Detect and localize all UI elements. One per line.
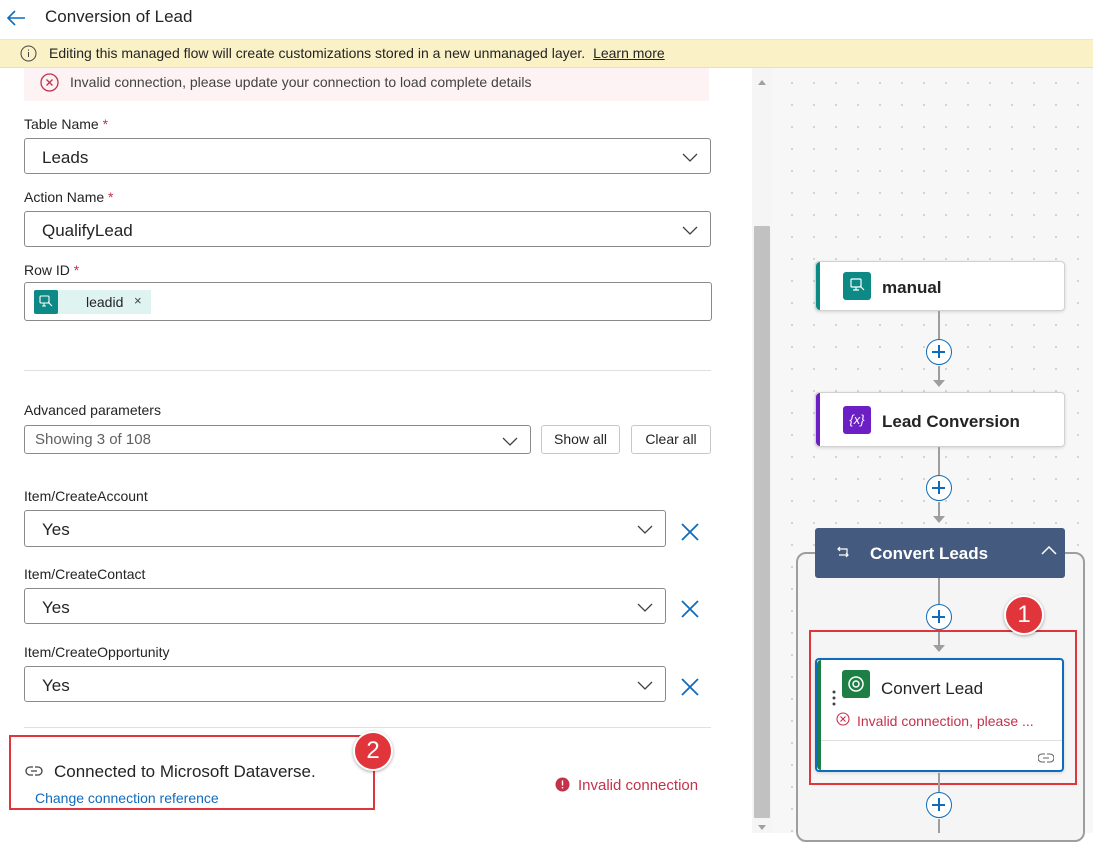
node-accent-bar (816, 262, 820, 310)
insert-step-button[interactable] (926, 475, 952, 501)
scroll-down-icon[interactable] (757, 824, 767, 832)
chevron-down-icon (682, 226, 698, 235)
callout-badge-1: 1 (1004, 595, 1044, 635)
create-opportunity-dropdown[interactable]: Yes (24, 666, 666, 702)
remove-param-icon[interactable] (679, 676, 701, 698)
row-id-input[interactable]: leadid × (24, 282, 712, 321)
section-divider (24, 727, 711, 728)
param-label: Item/CreateOpportunity (24, 644, 170, 660)
back-arrow-icon[interactable] (4, 6, 28, 30)
node-title: Lead Conversion (882, 412, 1020, 431)
error-icon (555, 777, 570, 792)
node-lead-conversion[interactable]: {x} Lead Conversion (815, 392, 1065, 447)
action-name-label: Action Name * (24, 189, 114, 205)
chevron-down-icon (682, 153, 698, 162)
connector-line (938, 502, 940, 516)
connector-line (938, 578, 940, 604)
remove-param-icon[interactable] (679, 521, 701, 543)
chevron-up-icon[interactable] (1041, 545, 1057, 557)
table-name-dropdown[interactable]: Leads (24, 138, 711, 174)
action-name-label-text: Action Name (24, 189, 105, 205)
chevron-down-icon (502, 437, 518, 446)
chevron-down-icon (637, 603, 653, 612)
show-all-button[interactable]: Show all (541, 425, 620, 454)
node-manual-trigger[interactable]: manual (815, 261, 1065, 311)
insert-step-button[interactable] (926, 339, 952, 365)
advanced-parameters-dropdown[interactable]: Showing 3 of 108 (24, 425, 531, 454)
action-name-value: QualifyLead (42, 221, 133, 240)
trigger-icon (843, 272, 871, 300)
param-value: Yes (42, 676, 70, 695)
connector-line (938, 311, 940, 341)
highlight-box-connection (9, 735, 375, 810)
action-name-dropdown[interactable]: QualifyLead (24, 211, 711, 247)
param-value: Yes (42, 598, 70, 617)
warning-text: Editing this managed flow will create cu… (49, 45, 586, 61)
section-divider (24, 370, 711, 371)
required-marker: * (73, 262, 80, 278)
node-convert-leads-loop[interactable]: Convert Leads (815, 528, 1065, 578)
header-bar: Conversion of Lead (0, 0, 1093, 40)
remove-param-icon[interactable] (679, 598, 701, 620)
node-title: Convert Leads (870, 544, 989, 563)
highlight-box-node (809, 630, 1077, 785)
invalid-connection-banner: Invalid connection, please update your c… (24, 68, 709, 101)
connector-arrow (933, 516, 945, 523)
advanced-parameters-value: Showing 3 of 108 (35, 431, 151, 448)
trigger-token-icon (34, 290, 58, 314)
node-accent-bar (816, 393, 820, 446)
insert-step-button[interactable] (926, 604, 952, 630)
error-banner-text: Invalid connection, please update your c… (70, 74, 532, 90)
connector-line (938, 773, 940, 792)
invalid-connection-text: Invalid connection (578, 777, 699, 794)
param-value: Yes (42, 520, 70, 539)
connector-line (938, 447, 940, 476)
info-icon (20, 45, 37, 62)
connector-line (938, 366, 940, 380)
callout-badge-2: 2 (353, 731, 393, 771)
table-name-label: Table Name * (24, 116, 108, 132)
table-name-value: Leads (42, 148, 89, 167)
create-account-dropdown[interactable]: Yes (24, 510, 666, 547)
page-title: Conversion of Lead (45, 7, 193, 26)
required-marker: * (102, 116, 109, 132)
create-contact-dropdown[interactable]: Yes (24, 588, 666, 624)
insert-step-button[interactable] (926, 792, 952, 818)
scrollbar-thumb[interactable] (754, 226, 770, 818)
remove-token-button[interactable]: × (134, 293, 142, 308)
leadid-token: leadid × (34, 290, 151, 314)
row-id-label-text: Row ID (24, 262, 70, 278)
advanced-parameters-label: Advanced parameters (24, 402, 161, 418)
variable-icon: {x} (843, 406, 871, 434)
param-label: Item/CreateContact (24, 566, 146, 582)
learn-more-link[interactable]: Learn more (593, 45, 665, 61)
node-title: manual (882, 278, 942, 297)
scroll-up-icon[interactable] (757, 78, 767, 86)
chevron-down-icon (637, 525, 653, 534)
token-label: leadid (86, 294, 124, 310)
required-marker: * (108, 189, 114, 205)
table-name-label-text: Table Name (24, 116, 99, 132)
chevron-down-icon (637, 681, 653, 690)
connector-line (938, 819, 940, 833)
row-id-label: Row ID * (24, 262, 79, 278)
param-label: Item/CreateAccount (24, 488, 148, 504)
error-circle-icon (40, 73, 59, 92)
connector-arrow (933, 380, 945, 387)
clear-all-button[interactable]: Clear all (631, 425, 711, 454)
managed-flow-warning: Editing this managed flow will create cu… (0, 40, 1093, 68)
loop-icon (837, 546, 849, 558)
